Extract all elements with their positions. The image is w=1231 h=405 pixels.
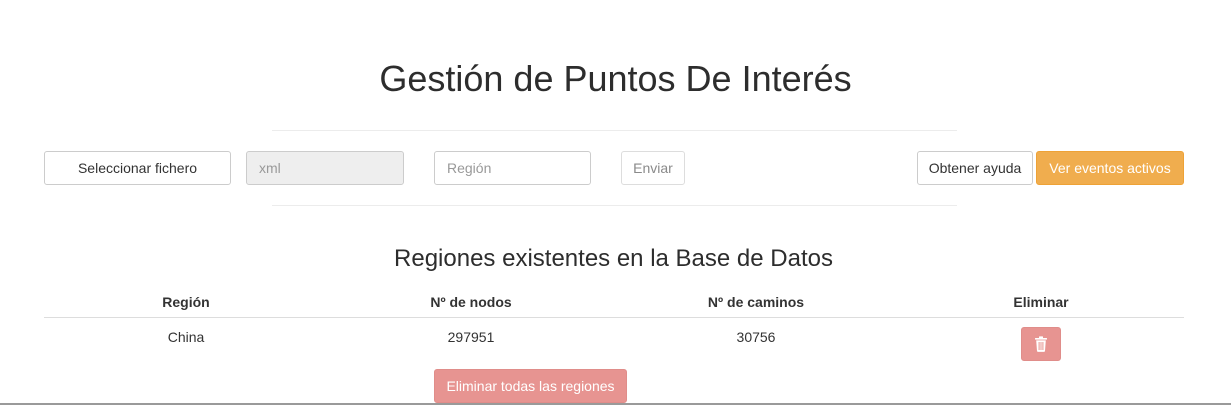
send-button[interactable]: Enviar xyxy=(621,151,685,185)
table-header-row: Región Nº de nodos Nº de caminos Elimina… xyxy=(44,287,1184,318)
top-divider xyxy=(272,130,957,131)
ways-cell: 30756 xyxy=(736,329,776,345)
column-header-ways: Nº de caminos xyxy=(614,287,898,318)
delete-cell xyxy=(898,318,1184,363)
table-row: China 297951 30756 xyxy=(44,318,1184,363)
page-title: Gestión de Puntos De Interés xyxy=(379,58,852,99)
regions-section-title: Regiones existentes en la Base de Datos xyxy=(394,245,833,272)
select-file-button[interactable]: Seleccionar fichero xyxy=(44,151,231,185)
view-active-events-button[interactable]: Ver eventos activos xyxy=(1036,151,1184,185)
column-header-nodes: Nº de nodos xyxy=(328,287,614,318)
nodes-cell: 297951 xyxy=(447,329,495,345)
column-header-region: Región xyxy=(44,287,328,318)
region-input[interactable] xyxy=(434,151,591,185)
file-name-placeholder: xml xyxy=(259,160,281,176)
bottom-divider xyxy=(272,205,957,206)
delete-all-regions-button[interactable]: Eliminar todas las regiones xyxy=(434,369,627,403)
get-help-button[interactable]: Obtener ayuda xyxy=(917,151,1033,185)
delete-region-button[interactable] xyxy=(1021,327,1061,361)
file-name-field: xml xyxy=(246,151,404,185)
regions-table: Región Nº de nodos Nº de caminos Elimina… xyxy=(44,287,1184,362)
trash-icon xyxy=(1035,336,1047,352)
column-header-delete: Eliminar xyxy=(898,287,1184,318)
region-cell: China xyxy=(167,329,205,345)
